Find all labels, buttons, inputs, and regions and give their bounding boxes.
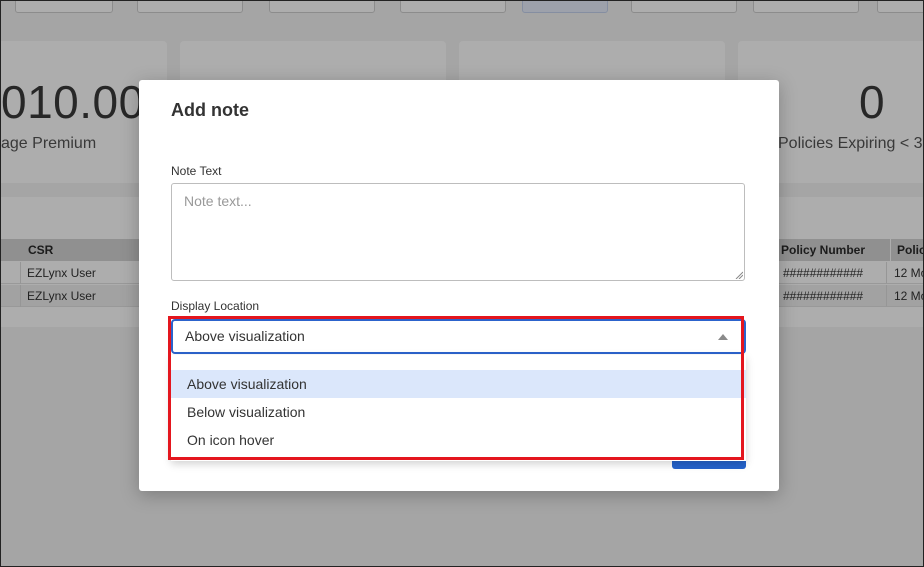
option-above-visualization[interactable]: Above visualization bbox=[171, 370, 746, 398]
note-text-placeholder: Note text... bbox=[184, 193, 252, 209]
display-location-options: Above visualization Below visualization … bbox=[171, 355, 746, 461]
resize-grip-icon[interactable] bbox=[735, 271, 743, 279]
select-value: Above visualization bbox=[185, 328, 305, 344]
add-note-dialog: Add note Note Text Note text... Display … bbox=[139, 80, 779, 491]
note-text-input[interactable]: Note text... bbox=[171, 183, 745, 281]
caret-up-icon[interactable] bbox=[718, 334, 728, 340]
option-on-icon-hover[interactable]: On icon hover bbox=[171, 426, 746, 454]
dialog-title: Add note bbox=[171, 100, 249, 120]
display-location-label: Display Location bbox=[171, 299, 260, 313]
display-location-select[interactable]: Above visualization bbox=[171, 319, 746, 354]
note-text-label: Note Text bbox=[171, 164, 222, 178]
option-below-visualization[interactable]: Below visualization bbox=[171, 398, 746, 426]
